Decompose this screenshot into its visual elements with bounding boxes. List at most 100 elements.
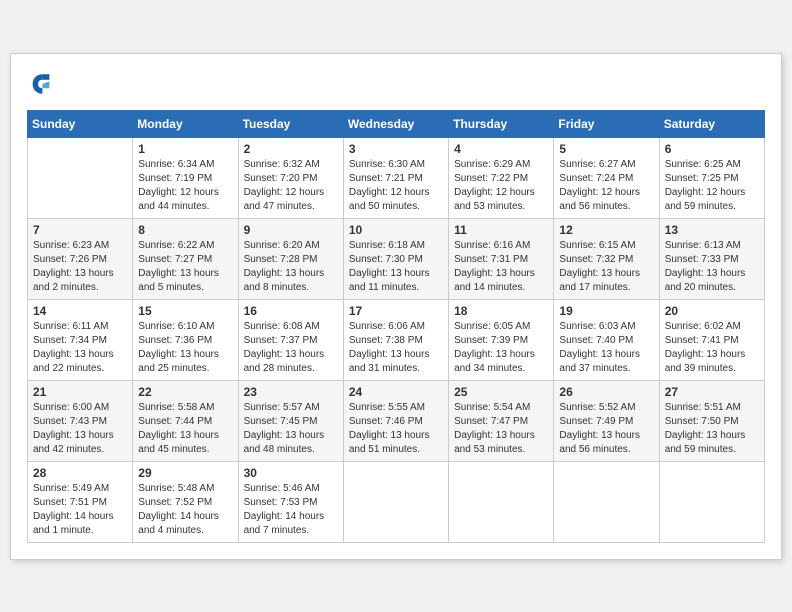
calendar-cell: 7Sunrise: 6:23 AM Sunset: 7:26 PM Daylig… [28, 218, 133, 299]
calendar-cell [659, 461, 764, 542]
calendar-cell: 19 Sunrise: 6:03 AM Sunset: 7:40 PM Dayli… [554, 299, 659, 380]
calendar-week-0: 1Sunrise: 6:34 AM Sunset: 7:19 PM Daylig… [28, 137, 765, 218]
day-info: Sunrise: 6:34 AM Sunset: 7:19 PM Dayligh… [138, 158, 232, 214]
calendar-cell: 5 Sunrise: 6:27 AM Sunset: 7:24 PM Daylig… [554, 137, 659, 218]
calendar-cell: 29 Sunrise: 5:48 AM Sunset: 7:52 PM Dayli… [133, 461, 238, 542]
day-info: Sunrise: 6:11 AM Sunset: 7:34 PM Dayligh… [33, 320, 127, 376]
day-number: 28 [33, 466, 127, 480]
day-number: 15 [138, 304, 232, 318]
day-info: Sunrise: 6:02 AM Sunset: 7:41 PM Dayligh… [665, 320, 759, 376]
day-info: Sunrise: 6:18 AM Sunset: 7:30 PM Dayligh… [349, 239, 443, 295]
day-number: 26 [559, 385, 653, 399]
day-info: Sunrise: 5:58 AM Sunset: 7:44 PM Dayligh… [138, 401, 232, 457]
day-number: 16 [244, 304, 338, 318]
day-number: 5 [559, 142, 653, 156]
day-info: Sunrise: 6:05 AM Sunset: 7:39 PM Dayligh… [454, 320, 548, 376]
day-number: 23 [244, 385, 338, 399]
day-number: 30 [244, 466, 338, 480]
day-number: 3 [349, 142, 443, 156]
day-info: Sunrise: 6:15 AM Sunset: 7:32 PM Dayligh… [559, 239, 653, 295]
weekday-header-monday: Monday [133, 110, 238, 137]
day-info: Sunrise: 6:32 AM Sunset: 7:20 PM Dayligh… [244, 158, 338, 214]
calendar-week-4: 28 Sunrise: 5:49 AM Sunset: 7:51 PM Dayli… [28, 461, 765, 542]
calendar-cell: 8 Sunrise: 6:22 AM Sunset: 7:27 PM Daylig… [133, 218, 238, 299]
day-info: Sunrise: 6:10 AM Sunset: 7:36 PM Dayligh… [138, 320, 232, 376]
day-number: 21 [33, 385, 127, 399]
calendar-cell: 14 Sunrise: 6:11 AM Sunset: 7:34 PM Dayli… [28, 299, 133, 380]
calendar-cell: 9 Sunrise: 6:20 AM Sunset: 7:28 PM Daylig… [238, 218, 343, 299]
day-info: Sunrise: 6:08 AM Sunset: 7:37 PM Dayligh… [244, 320, 338, 376]
day-info: Sunrise: 5:49 AM Sunset: 7:51 PM Dayligh… [33, 482, 127, 538]
day-number: 7 [33, 223, 127, 237]
day-number: 13 [665, 223, 759, 237]
day-number: 19 [559, 304, 653, 318]
day-info: Sunrise: 5:52 AM Sunset: 7:49 PM Dayligh… [559, 401, 653, 457]
day-number: 27 [665, 385, 759, 399]
day-number: 29 [138, 466, 232, 480]
day-info: Sunrise: 5:46 AM Sunset: 7:53 PM Dayligh… [244, 482, 338, 538]
day-info: Sunrise: 6:22 AM Sunset: 7:27 PM Dayligh… [138, 239, 232, 295]
calendar-cell: 2 Sunrise: 6:32 AM Sunset: 7:20 PM Daylig… [238, 137, 343, 218]
day-number: 12 [559, 223, 653, 237]
day-info: Sunrise: 5:57 AM Sunset: 7:45 PM Dayligh… [244, 401, 338, 457]
calendar-cell: 15 Sunrise: 6:10 AM Sunset: 7:36 PM Dayli… [133, 299, 238, 380]
calendar-cell: 18Sunrise: 6:05 AM Sunset: 7:39 PM Dayli… [449, 299, 554, 380]
day-info: Sunrise: 6:00 AM Sunset: 7:43 PM Dayligh… [33, 401, 127, 457]
calendar-cell: 1Sunrise: 6:34 AM Sunset: 7:19 PM Daylig… [133, 137, 238, 218]
calendar-cell: 30 Sunrise: 5:46 AM Sunset: 7:53 PM Dayli… [238, 461, 343, 542]
day-number: 20 [665, 304, 759, 318]
calendar-cell: 11 Sunrise: 6:16 AM Sunset: 7:31 PM Dayli… [449, 218, 554, 299]
day-number: 14 [33, 304, 127, 318]
day-number: 4 [454, 142, 548, 156]
calendar-cell: 16 Sunrise: 6:08 AM Sunset: 7:37 PM Dayli… [238, 299, 343, 380]
day-info: Sunrise: 5:54 AM Sunset: 7:47 PM Dayligh… [454, 401, 548, 457]
day-number: 9 [244, 223, 338, 237]
day-info: Sunrise: 5:48 AM Sunset: 7:52 PM Dayligh… [138, 482, 232, 538]
weekday-header-wednesday: Wednesday [343, 110, 448, 137]
day-info: Sunrise: 6:13 AM Sunset: 7:33 PM Dayligh… [665, 239, 759, 295]
calendar-cell [449, 461, 554, 542]
day-info: Sunrise: 6:16 AM Sunset: 7:31 PM Dayligh… [454, 239, 548, 295]
day-number: 8 [138, 223, 232, 237]
weekday-header-row: SundayMondayTuesdayWednesdayThursdayFrid… [28, 110, 765, 137]
logo [27, 70, 59, 98]
calendar-cell: 13 Sunrise: 6:13 AM Sunset: 7:33 PM Dayli… [659, 218, 764, 299]
day-info: Sunrise: 6:25 AM Sunset: 7:25 PM Dayligh… [665, 158, 759, 214]
calendar-cell [343, 461, 448, 542]
weekday-header-sunday: Sunday [28, 110, 133, 137]
calendar-cell: 24Sunrise: 5:55 AM Sunset: 7:46 PM Dayli… [343, 380, 448, 461]
day-number: 11 [454, 223, 548, 237]
day-info: Sunrise: 6:20 AM Sunset: 7:28 PM Dayligh… [244, 239, 338, 295]
calendar-cell: 17 Sunrise: 6:06 AM Sunset: 7:38 PM Dayli… [343, 299, 448, 380]
calendar-week-1: 7Sunrise: 6:23 AM Sunset: 7:26 PM Daylig… [28, 218, 765, 299]
weekday-header-friday: Friday [554, 110, 659, 137]
calendar-cell: 20 Sunrise: 6:02 AM Sunset: 7:41 PM Dayli… [659, 299, 764, 380]
weekday-header-saturday: Saturday [659, 110, 764, 137]
calendar-cell: 27 Sunrise: 5:51 AM Sunset: 7:50 PM Dayli… [659, 380, 764, 461]
calendar-cell [554, 461, 659, 542]
day-number: 25 [454, 385, 548, 399]
day-info: Sunrise: 6:29 AM Sunset: 7:22 PM Dayligh… [454, 158, 548, 214]
calendar-cell: 12 Sunrise: 6:15 AM Sunset: 7:32 PM Dayli… [554, 218, 659, 299]
day-info: Sunrise: 6:27 AM Sunset: 7:24 PM Dayligh… [559, 158, 653, 214]
calendar-cell: 4 Sunrise: 6:29 AM Sunset: 7:22 PM Daylig… [449, 137, 554, 218]
calendar-cell: 6 Sunrise: 6:25 AM Sunset: 7:25 PM Daylig… [659, 137, 764, 218]
calendar-week-3: 21 Sunrise: 6:00 AM Sunset: 7:43 PM Dayli… [28, 380, 765, 461]
day-number: 10 [349, 223, 443, 237]
logo-icon [27, 70, 55, 98]
calendar-week-2: 14 Sunrise: 6:11 AM Sunset: 7:34 PM Dayli… [28, 299, 765, 380]
calendar-cell [28, 137, 133, 218]
calendar-cell: 22Sunrise: 5:58 AM Sunset: 7:44 PM Dayli… [133, 380, 238, 461]
day-info: Sunrise: 6:06 AM Sunset: 7:38 PM Dayligh… [349, 320, 443, 376]
calendar-cell: 10 Sunrise: 6:18 AM Sunset: 7:30 PM Dayli… [343, 218, 448, 299]
calendar-cell: 28 Sunrise: 5:49 AM Sunset: 7:51 PM Dayli… [28, 461, 133, 542]
calendar-cell: 25 Sunrise: 5:54 AM Sunset: 7:47 PM Dayli… [449, 380, 554, 461]
day-number: 17 [349, 304, 443, 318]
day-info: Sunrise: 5:51 AM Sunset: 7:50 PM Dayligh… [665, 401, 759, 457]
day-number: 2 [244, 142, 338, 156]
day-info: Sunrise: 6:03 AM Sunset: 7:40 PM Dayligh… [559, 320, 653, 376]
calendar-header [27, 70, 765, 98]
calendar-grid: SundayMondayTuesdayWednesdayThursdayFrid… [27, 110, 765, 543]
calendar-cell: 21 Sunrise: 6:00 AM Sunset: 7:43 PM Dayli… [28, 380, 133, 461]
day-number: 6 [665, 142, 759, 156]
